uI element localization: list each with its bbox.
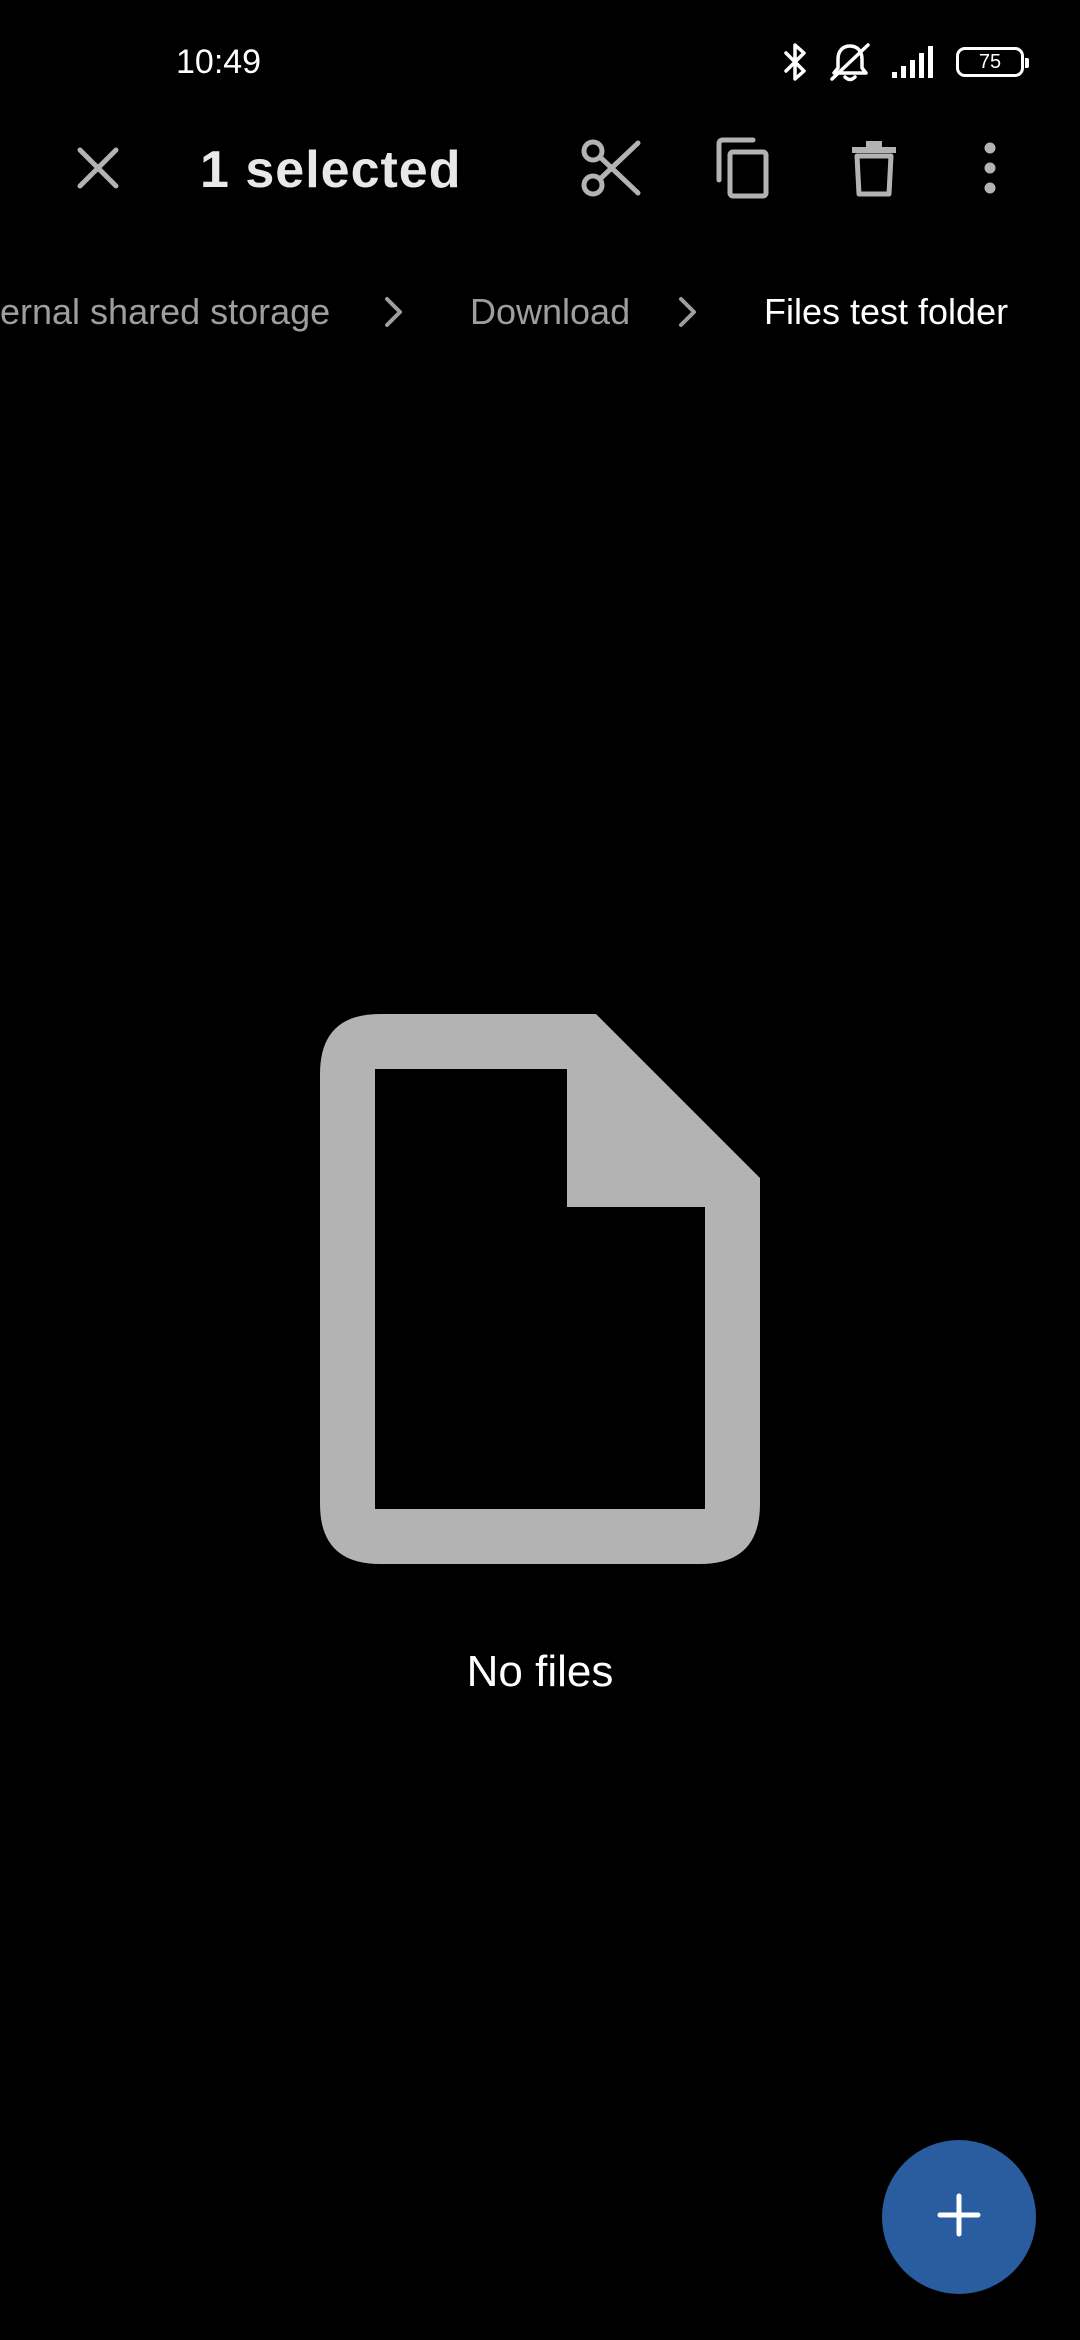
- chevron-right-icon: [666, 290, 710, 334]
- status-time: 10:49: [176, 43, 262, 81]
- more-vert-icon: [983, 141, 997, 200]
- muted-bell-icon: [828, 41, 872, 83]
- copy-button[interactable]: [694, 122, 790, 218]
- close-selection-button[interactable]: [50, 122, 146, 218]
- breadcrumb-item-download[interactable]: Download: [470, 288, 630, 336]
- copy-icon: [713, 136, 771, 205]
- more-options-button[interactable]: [942, 122, 1038, 218]
- delete-icon: [850, 139, 898, 202]
- plus-icon: [937, 2193, 981, 2242]
- status-icons: 75: [782, 38, 1029, 86]
- status-bar: 10:49 75: [0, 0, 1080, 120]
- cut-icon: [580, 137, 642, 204]
- action-bar: 1 selected: [0, 120, 1080, 220]
- breadcrumb: ernal shared storage Download Files test…: [0, 280, 1080, 344]
- empty-state-message: No files: [466, 1647, 614, 1696]
- bluetooth-icon: [782, 41, 810, 83]
- battery-icon: 75: [956, 47, 1029, 77]
- breadcrumb-item-internal-storage[interactable]: ernal shared storage: [0, 288, 330, 336]
- breadcrumb-item-current-folder[interactable]: Files test folder: [764, 288, 1008, 336]
- selection-count-title: 1 selected: [200, 141, 462, 199]
- chevron-right-icon: [372, 290, 416, 334]
- close-icon: [76, 146, 120, 195]
- battery-level: 75: [978, 50, 1002, 73]
- file-icon: [320, 1014, 760, 1564]
- signal-icon: [890, 44, 938, 80]
- cut-button[interactable]: [563, 122, 659, 218]
- delete-button[interactable]: [826, 122, 922, 218]
- create-new-button[interactable]: [882, 2140, 1036, 2294]
